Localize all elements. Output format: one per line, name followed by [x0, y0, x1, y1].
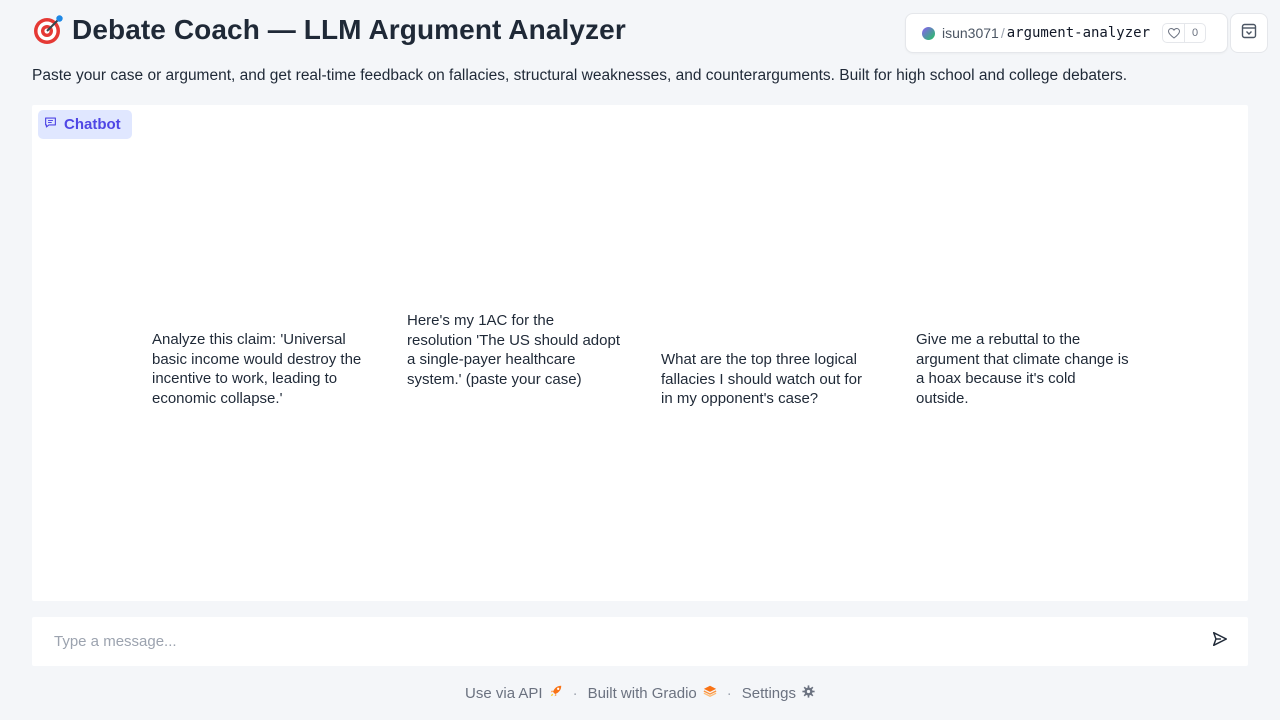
- heart-icon: [1163, 24, 1186, 42]
- space-badge[interactable]: isun3071 / argument-analyzer 0: [905, 13, 1228, 53]
- gradio-logo-icon: [703, 684, 717, 702]
- gear-icon: [802, 684, 815, 702]
- space-owner[interactable]: isun3071: [942, 25, 999, 41]
- footer-separator: ·: [726, 684, 732, 702]
- rocket-icon: [549, 684, 563, 702]
- space-separator: /: [1000, 25, 1005, 41]
- like-count: 0: [1191, 27, 1199, 39]
- send-arrow-icon: [1211, 630, 1229, 653]
- footer: Use via API · Built with Gradio · Settin…: [0, 683, 1280, 703]
- chat-bubble-icon: [44, 116, 57, 133]
- example-prompt[interactable]: Give me a rebuttal to the argument that …: [916, 330, 1131, 408]
- chatbot-label-text: Chatbot: [64, 116, 121, 133]
- window-collapse-icon: [1241, 23, 1257, 44]
- page-title: Debate Coach — LLM Argument Analyzer: [72, 14, 626, 45]
- message-input-bar: [32, 617, 1248, 666]
- space-name[interactable]: argument-analyzer: [1007, 25, 1150, 41]
- send-button[interactable]: [1196, 618, 1244, 666]
- built-with-gradio-link[interactable]: Built with Gradio: [588, 684, 717, 702]
- example-prompt[interactable]: What are the top three logical fallacies…: [661, 350, 876, 409]
- gradio-app: Debate Coach — LLM Argument Analyzer Pas…: [0, 0, 1280, 720]
- settings-label: Settings: [741, 684, 796, 702]
- chatbot-label: Chatbot: [38, 110, 132, 139]
- example-prompt[interactable]: Analyze this claim: 'Universal basic inc…: [152, 330, 367, 408]
- target-dart-icon: [32, 14, 64, 46]
- like-button[interactable]: 0: [1162, 23, 1207, 43]
- settings-link[interactable]: Settings: [742, 685, 815, 702]
- use-api-link[interactable]: Use via API: [465, 684, 563, 702]
- collapse-header-button[interactable]: [1230, 13, 1268, 53]
- message-input[interactable]: [32, 617, 1196, 666]
- footer-separator: ·: [572, 684, 578, 702]
- use-api-label: Use via API: [465, 684, 543, 702]
- example-prompts: Analyze this claim: 'Universal basic inc…: [152, 311, 1152, 411]
- page-header: Debate Coach — LLM Argument Analyzer: [32, 14, 626, 46]
- page-description: Paste your case or argument, and get rea…: [32, 67, 1128, 84]
- chatbot-panel: Chatbot Analyze this claim: 'Universal b…: [32, 105, 1248, 601]
- built-with-label: Built with Gradio: [587, 684, 697, 702]
- example-prompt[interactable]: Here's my 1AC for the resolution 'The US…: [407, 311, 622, 389]
- space-avatar-icon: [922, 26, 935, 40]
